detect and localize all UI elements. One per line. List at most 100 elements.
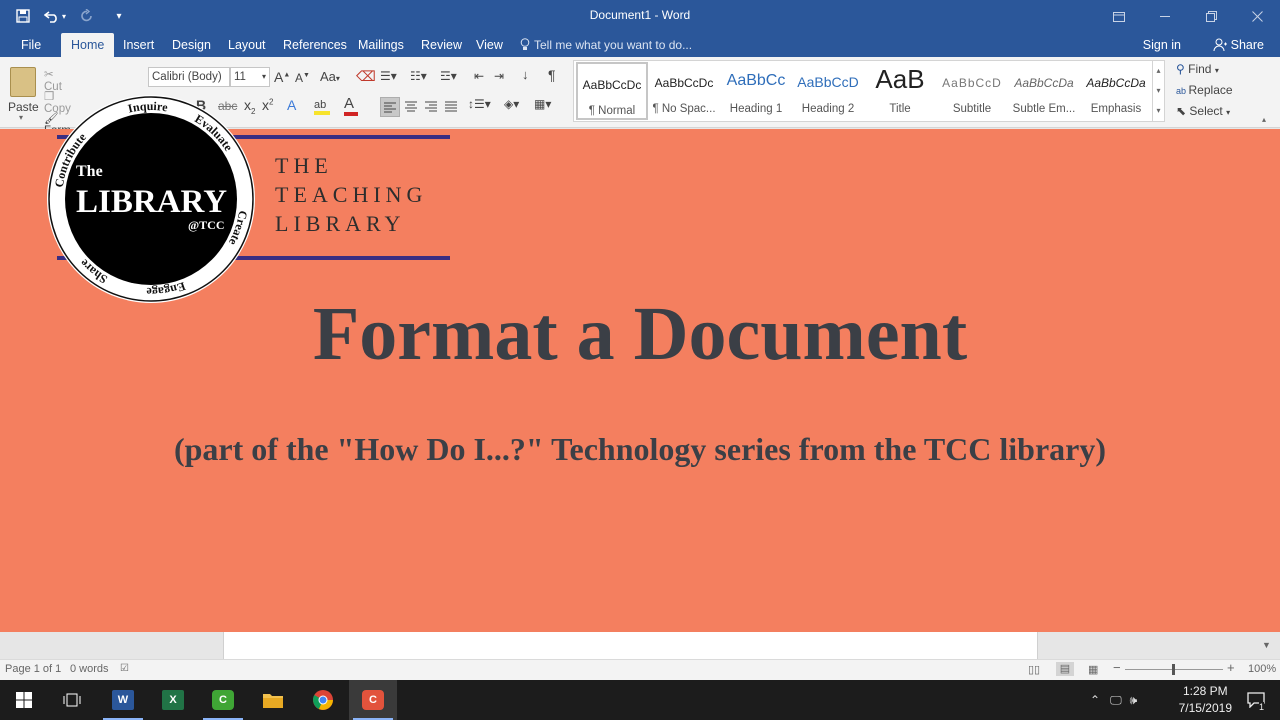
share-label: Share <box>1230 38 1264 52</box>
tab-home[interactable]: Home <box>61 33 115 57</box>
word-window: ▾ ▾ Document1 - Word File Home Insert De… <box>0 0 1280 720</box>
find-button[interactable]: ⚲ Find ▾ <box>1176 62 1219 76</box>
numbering-icon[interactable]: ☷▾ <box>410 69 427 83</box>
style-name: Title <box>889 103 911 115</box>
ribbon-display-options-icon[interactable] <box>1096 0 1142 33</box>
tab-review[interactable]: Review <box>411 33 472 57</box>
window-title: Document1 - Word <box>589 8 691 22</box>
library-tcc-logo: Contribute Inquire Evaluate Create Engag… <box>47 95 255 303</box>
style-heading-1[interactable]: AaBbCc Heading 1 <box>720 62 792 120</box>
decrease-indent-icon[interactable]: ⇤ <box>474 69 484 83</box>
font-color-icon[interactable]: A <box>344 95 358 116</box>
word-count[interactable]: 0 words <box>70 663 109 675</box>
style-subtle-emphasis[interactable]: AaBbCcDa Subtle Em... <box>1008 62 1080 120</box>
share-button[interactable]: Share <box>1213 33 1264 57</box>
person-icon <box>1213 38 1227 52</box>
grow-font-icon[interactable]: A▲ <box>274 69 290 85</box>
tab-file[interactable]: File <box>11 33 51 57</box>
tab-references[interactable]: References <box>273 33 357 57</box>
page-count[interactable]: Page 1 of 1 <box>5 663 61 675</box>
style-name: Emphasis <box>1090 103 1142 115</box>
tab-layout[interactable]: Layout <box>218 33 276 57</box>
style-sample: AaBbCc <box>726 72 786 89</box>
style-title[interactable]: AaB Title <box>864 62 936 120</box>
start-icon[interactable] <box>0 680 48 720</box>
tab-insert[interactable]: Insert <box>113 33 164 57</box>
lightbulb-icon <box>520 38 530 50</box>
line-spacing-icon[interactable]: ↕☰▾ <box>468 97 491 111</box>
style-sample: AaBbCcDa <box>1086 76 1146 90</box>
tab-view[interactable]: View <box>466 33 513 57</box>
styles-gallery: AaBbCcDc ¶ Normal AaBbCcDc ¶ No Spac... … <box>573 60 1165 122</box>
clear-formatting-icon[interactable]: ⌫ <box>356 68 376 85</box>
paste-dropdown-icon: ▾ <box>19 113 24 122</box>
tell-me-text: Tell me what you want to do... <box>534 38 693 52</box>
zoom-level[interactable]: 100% <box>1248 663 1276 675</box>
tab-design[interactable]: Design <box>162 33 221 57</box>
borders-icon[interactable]: ▦▾ <box>534 97 551 111</box>
chrome-icon[interactable] <box>299 680 347 720</box>
minimize-icon[interactable] <box>1142 0 1188 33</box>
network-icon[interactable]: 🖵 <box>1110 693 1122 708</box>
collapse-ribbon-icon[interactable]: ▴ <box>1262 115 1266 124</box>
style-sample: AaBbCcDa <box>1014 76 1074 90</box>
justify-icon[interactable] <box>442 97 460 118</box>
sort-icon[interactable]: ↓ <box>522 67 529 82</box>
zoom-out-icon[interactable]: − <box>1113 660 1121 675</box>
task-view-icon[interactable] <box>48 680 96 720</box>
align-right-icon[interactable] <box>422 97 440 118</box>
zoom-in-icon[interactable]: + <box>1227 660 1235 675</box>
notification-center-icon[interactable]: 1 <box>1232 680 1280 720</box>
highlight-color-icon[interactable]: ab <box>314 97 330 115</box>
style-emphasis[interactable]: AaBbCcDa Emphasis <box>1080 62 1152 120</box>
text-effects-icon[interactable]: A <box>287 97 296 113</box>
status-bar: Page 1 of 1 0 words ☑ ▯▯ ▤ ▦ − + 100% <box>0 659 1280 680</box>
style-normal[interactable]: AaBbCcDc ¶ Normal <box>576 62 648 120</box>
print-layout-icon[interactable]: ▤ <box>1056 662 1074 676</box>
file-explorer-icon[interactable] <box>249 680 297 720</box>
close-icon[interactable] <box>1234 0 1280 33</box>
read-mode-icon[interactable]: ▯▯ <box>1028 663 1040 676</box>
show-hidden-icons-icon[interactable]: ⌃ <box>1090 693 1100 707</box>
bullets-icon[interactable]: ☰▾ <box>380 69 397 83</box>
align-center-icon[interactable] <box>402 97 420 118</box>
teaching-library-line-1: THE <box>275 153 333 178</box>
window-controls <box>1096 0 1280 33</box>
scissors-icon: ✂ <box>44 69 54 81</box>
excel-icon[interactable]: X <box>149 680 197 720</box>
proofing-icon[interactable]: ☑ <box>120 663 129 674</box>
paste-button[interactable]: Paste ▾ <box>6 61 42 122</box>
increase-indent-icon[interactable]: ⇥ <box>494 69 504 83</box>
scroll-down-icon[interactable]: ▼ <box>1262 640 1276 654</box>
shrink-font-icon[interactable]: A▼ <box>295 71 310 85</box>
select-button[interactable]: ⬉ Select ▾ <box>1176 104 1230 118</box>
style-no-spacing[interactable]: AaBbCcDc ¶ No Spac... <box>648 62 720 120</box>
shading-icon[interactable]: ◈▾ <box>504 97 519 111</box>
style-subtitle[interactable]: AaBbCcD Subtitle <box>936 62 1008 120</box>
sign-in-link[interactable]: Sign in <box>1143 33 1181 57</box>
clock[interactable]: 1:28 PM 7/15/2019 <box>1179 683 1232 717</box>
word-icon[interactable]: W <box>99 680 147 720</box>
logo-at-tcc: @TCC <box>188 218 225 232</box>
tell-me-box[interactable]: Tell me what you want to do... <box>520 33 692 57</box>
web-layout-icon[interactable]: ▦ <box>1088 663 1098 676</box>
volume-icon[interactable]: 🕪 <box>1130 693 1138 708</box>
font-name-box[interactable]: Calibri (Body) <box>148 67 230 87</box>
notification-count: 1 <box>1259 702 1265 712</box>
style-heading-2[interactable]: AaBbCcD Heading 2 <box>792 62 864 120</box>
zoom-slider-thumb[interactable] <box>1172 664 1175 675</box>
styles-scroll[interactable]: ▴ ▾ ▾ <box>1152 61 1164 121</box>
font-size-box[interactable]: 11 ▾ <box>230 67 270 87</box>
camtasia-icon[interactable]: C <box>199 680 247 720</box>
style-sample: AaBbCcD <box>797 74 859 90</box>
replace-button[interactable]: ab Replace <box>1176 83 1233 97</box>
align-left-button[interactable] <box>380 97 400 117</box>
superscript-button[interactable]: x2 <box>262 97 273 113</box>
change-case-button[interactable]: Aa▾ <box>320 69 340 84</box>
font-name-value: Calibri (Body) <box>152 71 222 83</box>
multilevel-list-icon[interactable]: ☲▾ <box>440 69 457 83</box>
camtasia-recorder-icon[interactable]: C <box>349 680 397 720</box>
tab-mailings[interactable]: Mailings <box>348 33 414 57</box>
restore-icon[interactable] <box>1188 0 1234 33</box>
show-formatting-marks-icon[interactable]: ¶ <box>548 67 556 83</box>
